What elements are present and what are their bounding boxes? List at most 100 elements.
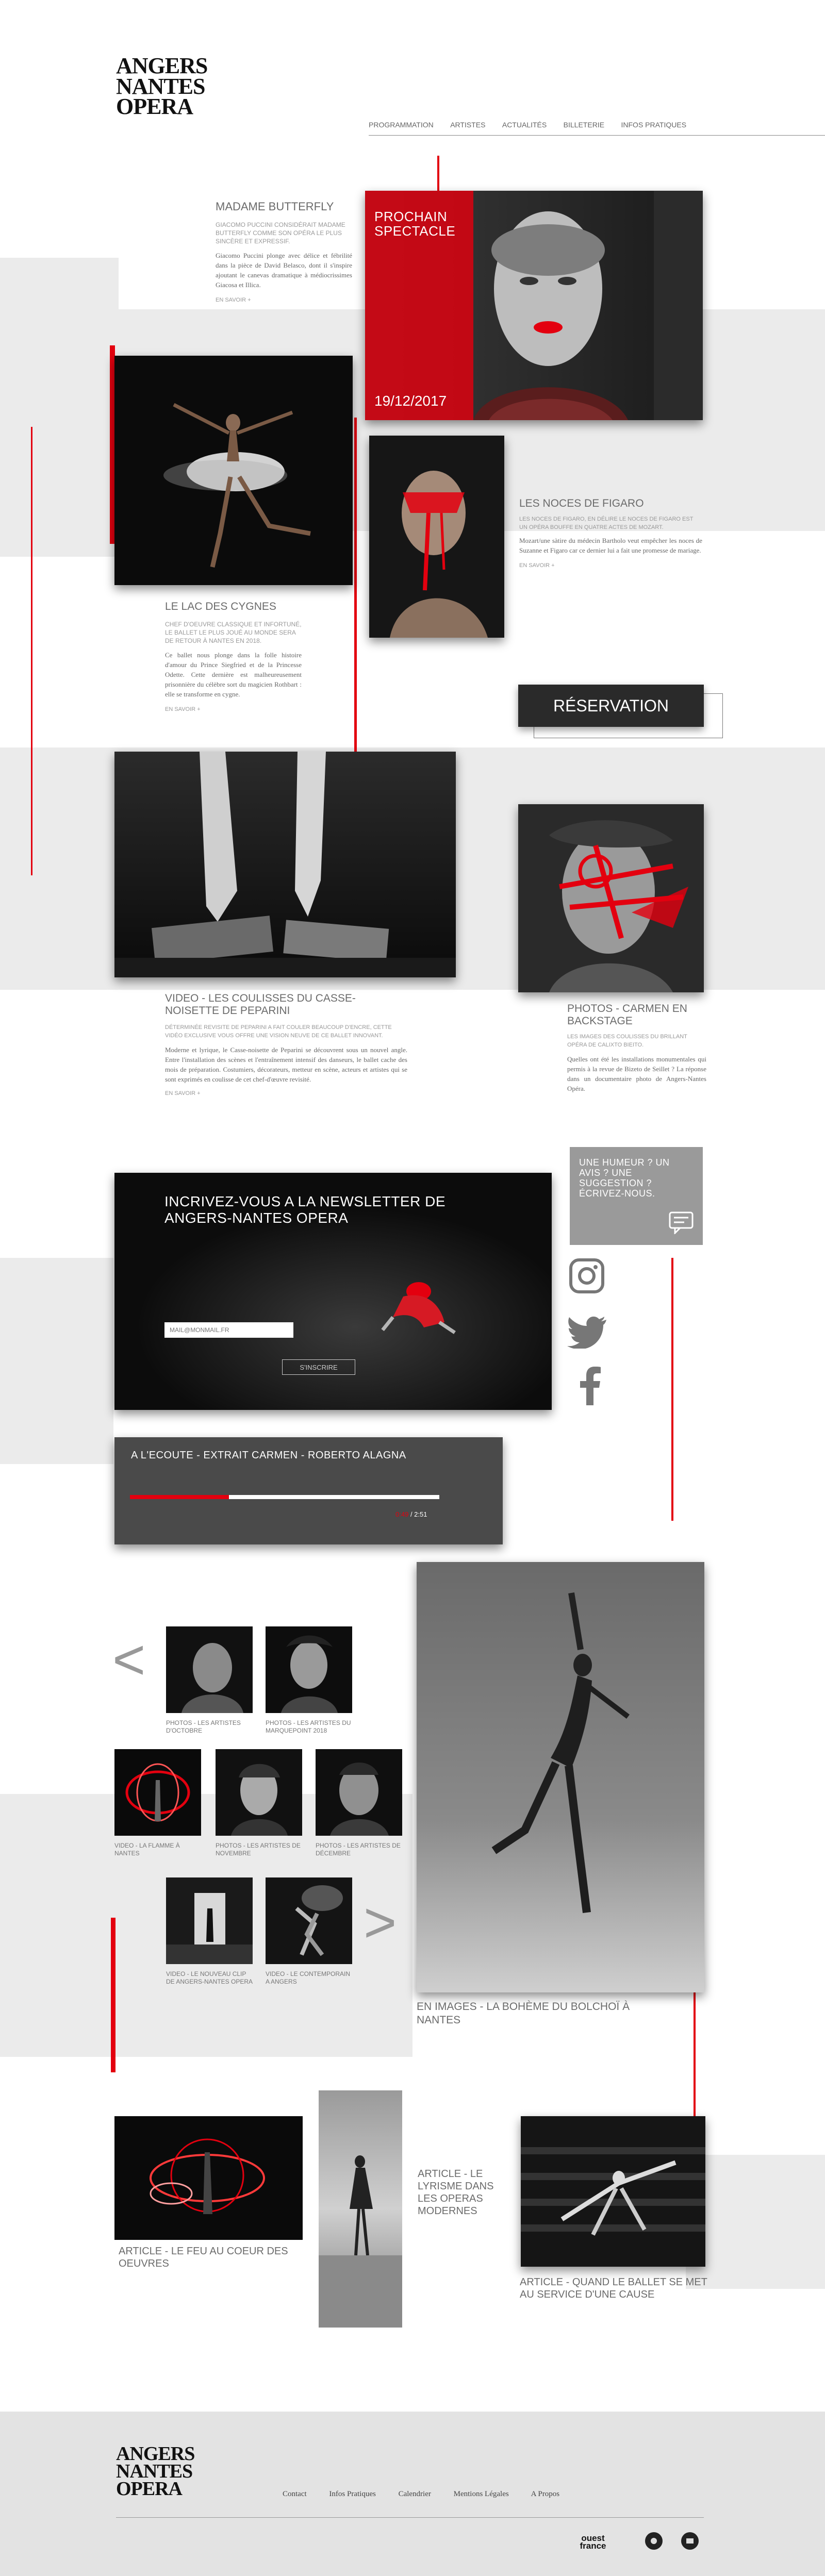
gallery-thumb[interactable]: [114, 1749, 201, 1836]
carmen-image[interactable]: [518, 804, 704, 992]
figaro-title: LES NOCES DE FIGARO: [519, 497, 644, 509]
accent-line: [111, 1918, 116, 2072]
gallery-caption: VIDEO - LE NOUVEAU CLIP DE ANGERS-NANTES…: [166, 1970, 253, 1985]
carmen-block: PHOTOS - CARMEN EN BACKSTAGE LES IMAGES …: [567, 1003, 706, 1093]
main-nav: PROGRAMMATION ARTISTES ACTUALITÉS BILLET…: [369, 121, 701, 130]
figaro-body: Mozart/une sàtire du médecin Bartholo ve…: [519, 537, 702, 554]
carmen-title: PHOTOS - CARMEN EN BACKSTAGE: [567, 1003, 687, 1027]
accent-line: [671, 1258, 673, 1521]
lac-title: LE LAC DES CYGNES: [165, 601, 276, 612]
nav-artistes[interactable]: ARTISTES: [450, 121, 485, 129]
nav-billeterie[interactable]: BILLETERIE: [564, 121, 604, 129]
partner-badge-icon[interactable]: [645, 2532, 663, 2550]
logo[interactable]: ANGERS NANTES OPERA: [116, 55, 208, 118]
portrait-photo: [316, 1749, 402, 1836]
carmen-body: Quelles ont été les installations monume…: [567, 1055, 706, 1092]
gallery-caption: PHOTOS - LES ARTISTES DE DÉCEMBRE: [316, 1842, 401, 1857]
figaro-more-link[interactable]: EN SAVOIR +: [519, 562, 702, 569]
article-cause-title[interactable]: ARTICLE - QUAND LE BALLET SE MET AU SERV…: [520, 2276, 711, 2301]
gallery-caption: PHOTOS - LES ARTISTES D'OCTOBRE: [166, 1719, 241, 1734]
player-total: / 2:51: [410, 1510, 427, 1518]
gallery-caption: PHOTOS - LES ARTISTES DE NOVEMBRE: [216, 1842, 301, 1857]
article-lyrisme-image[interactable]: [319, 2090, 402, 2328]
reservation-button[interactable]: RÉSERVATION: [518, 685, 704, 727]
casse-video[interactable]: [114, 752, 456, 977]
chat-icon: [669, 1211, 694, 1234]
article-feu-title[interactable]: ARTICLE - LE FEU AU COEUR DES OEUVRES: [119, 2245, 315, 2270]
twitter-icon[interactable]: [567, 1316, 607, 1349]
player-time: 0:49 / 2:51: [395, 1510, 427, 1518]
casse-body: Moderne et lyrique, le Casse-noisette de…: [165, 1046, 407, 1083]
facebook-icon[interactable]: [580, 1366, 601, 1405]
gallery-caption: VIDEO - LE CONTEMPORAIN A ANGERS: [266, 1970, 351, 1985]
footer-divider: [116, 2517, 704, 2518]
gallery-thumb[interactable]: [166, 1877, 253, 1964]
casse-more-link[interactable]: EN SAVOIR +: [165, 1090, 407, 1096]
gallery-feature-image[interactable]: [417, 1562, 704, 1992]
footer-link-contact[interactable]: Contact: [283, 2490, 307, 2498]
lac-image[interactable]: [114, 356, 353, 585]
portrait-photo: [216, 1749, 302, 1836]
article-feu-image[interactable]: [114, 2116, 303, 2240]
pointe-shoes-photo: [114, 752, 456, 977]
partner-badge-icon[interactable]: [681, 2532, 699, 2550]
beach-dancer-photo: [319, 2090, 402, 2328]
nav-infos-pratiques[interactable]: INFOS PRATIQUES: [621, 121, 687, 129]
player-elapsed: 0:49: [395, 1510, 409, 1518]
gallery-next-arrow[interactable]: >: [364, 1894, 397, 1951]
newsletter-submit-button[interactable]: S'INSCRIRE: [282, 1359, 355, 1375]
feedback-box[interactable]: UNE HUMEUR ? UN AVIS ? UNE SUGGESTION ? …: [570, 1147, 703, 1245]
figaro-block: LES NOCES DE FIGARO LES NOCES DE FIGARO,…: [519, 497, 702, 569]
footer-link-calendrier[interactable]: Calendrier: [399, 2490, 431, 2498]
accent-line: [31, 427, 32, 875]
newsletter-email-input[interactable]: [164, 1322, 293, 1338]
newsletter-panel: INCRIVEZ-VOUS A LA NEWSLETTER DE ANGERS-…: [114, 1173, 552, 1410]
gallery-thumb[interactable]: [266, 1877, 352, 1964]
gallery-caption: PHOTOS - LES ARTISTES DU MARQUEPOINT 201…: [266, 1719, 351, 1734]
figaro-image[interactable]: [369, 436, 504, 638]
gallery-thumb[interactable]: [166, 1626, 253, 1713]
carmen-sub: LES IMAGES DES COULISSES DU BRILLANT OPÉ…: [567, 1034, 687, 1048]
fire-photo: [114, 2116, 303, 2240]
progress-fill: [130, 1495, 229, 1499]
accent-line: [354, 418, 357, 809]
gallery-thumb[interactable]: [216, 1749, 302, 1836]
bg-band: [0, 1258, 113, 1464]
player-title: A L'ECOUTE - EXTRAIT CARMEN - ROBERTO AL…: [131, 1450, 406, 1461]
gallery-caption: VIDEO - LA FLAMME À NANTES: [114, 1842, 180, 1857]
nav-actualites[interactable]: ACTUALITÉS: [502, 121, 547, 129]
casse-sub: DÉTERMINÉE REVISITE DE PEPARINI A FAIT C…: [165, 1024, 392, 1039]
bg-band: [686, 2155, 825, 2289]
gallery-thumb[interactable]: [316, 1749, 402, 1836]
audio-player: A L'ECOUTE - EXTRAIT CARMEN - ROBERTO AL…: [114, 1437, 503, 1544]
ballet-cause-photo: [521, 2116, 705, 2267]
instagram-icon[interactable]: [569, 1258, 605, 1294]
doorway-photo: [166, 1877, 253, 1964]
hero-date: 19/12/2017: [374, 393, 447, 409]
gallery-thumb[interactable]: [266, 1626, 352, 1713]
next-track-icon[interactable]: [486, 1526, 503, 1544]
hero-label: PROCHAIN SPECTACLE: [374, 209, 456, 239]
footer-link-infos[interactable]: Infos Pratiques: [329, 2490, 375, 2498]
footer-logo[interactable]: ANGERS NANTES OPERA: [116, 2444, 195, 2499]
lac-sub: CHEF D'OEUVRE CLASSIQUE ET INFORTUNÉ, LE…: [165, 621, 302, 644]
lac-block: LE LAC DES CYGNES CHEF D'OEUVRE CLASSIQU…: [165, 601, 302, 712]
reservation-label: RÉSERVATION: [553, 696, 669, 715]
footer-link-apropos[interactable]: A Propos: [531, 2490, 559, 2498]
lac-more-link[interactable]: EN SAVOIR +: [165, 706, 302, 712]
figaro-sub: LES NOCES DE FIGARO, EN DÉLIRE LE NOCES …: [519, 516, 694, 530]
article-lyrisme-title[interactable]: ARTICLE - LE LYRISME DANS LES OPERAS MOD…: [418, 2168, 505, 2217]
gallery-prev-arrow[interactable]: <: [112, 1632, 145, 1688]
article-cause-image[interactable]: [521, 2116, 705, 2267]
hero-image[interactable]: PROCHAIN SPECTACLE 19/12/2017: [365, 191, 703, 420]
footer: ANGERS NANTES OPERA Contact Infos Pratique…: [0, 2412, 825, 2576]
partner-logo-ouest-france[interactable]: ouest france: [573, 2534, 613, 2550]
progress-track[interactable]: [130, 1495, 439, 1499]
boheme-dancer-photo: [417, 1562, 704, 1992]
butterfly-block: MADAME BUTTERFLY GIACOMO PUCCINI CONSIDÉ…: [216, 200, 352, 303]
footer-links: Contact Infos Pratiques Calendrier Menti…: [283, 2490, 559, 2499]
butterfly-body: Giacomo Puccini plonge avec délice et fé…: [216, 252, 352, 289]
butterfly-more-link[interactable]: EN SAVOIR +: [216, 297, 352, 303]
footer-link-mentions[interactable]: Mentions Légales: [454, 2490, 509, 2498]
nav-programmation[interactable]: PROGRAMMATION: [369, 121, 434, 129]
